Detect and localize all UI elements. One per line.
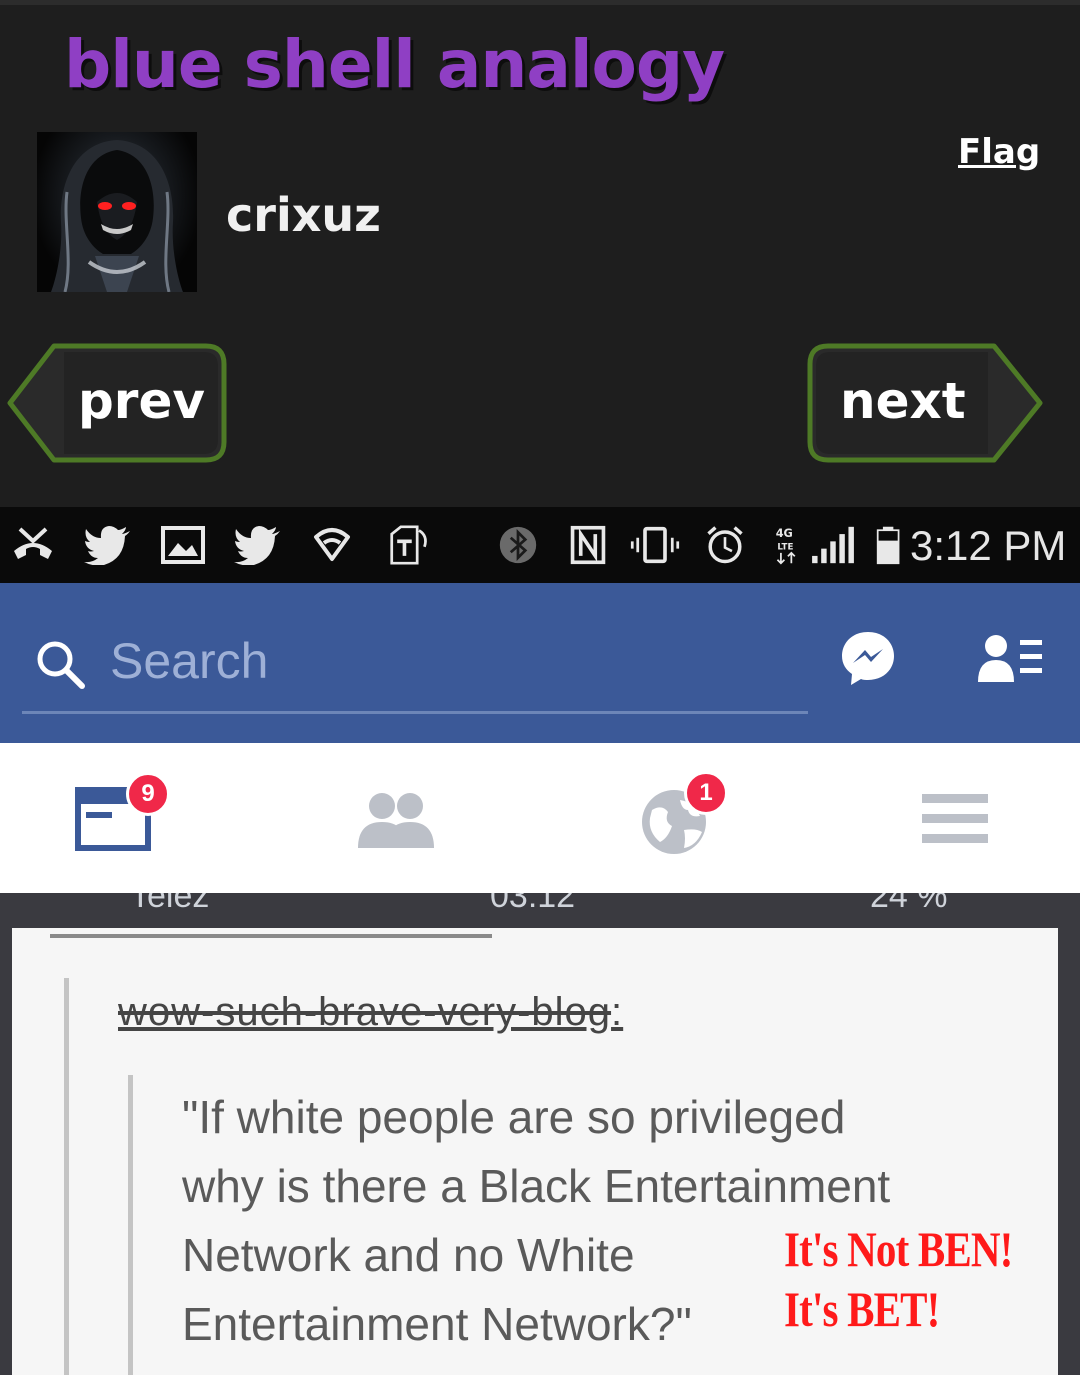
news-feed-badge: 9 bbox=[126, 772, 170, 816]
embedded-carrier: Telez bbox=[130, 893, 210, 915]
svg-text:4G: 4G bbox=[776, 527, 793, 540]
embedded-battery-text: 24 % bbox=[870, 893, 948, 915]
svg-text:LTE: LTE bbox=[777, 542, 793, 552]
prev-label: prev bbox=[78, 372, 205, 430]
quote-line-1: "If white people are so privileged bbox=[182, 1091, 846, 1143]
hooded-figure-avatar-icon bbox=[51, 140, 183, 292]
hamburger-icon[interactable] bbox=[918, 790, 992, 848]
4g-lte-icon: 4G LTE bbox=[776, 527, 796, 565]
reblog-quote-bar bbox=[64, 978, 69, 1375]
twitter-icon bbox=[84, 526, 130, 565]
prev-button[interactable]: prev bbox=[6, 342, 228, 464]
annotation-line-2: It's BET! bbox=[784, 1281, 940, 1337]
quote-line-3: Network and no White bbox=[182, 1229, 635, 1281]
twitter-icon bbox=[234, 526, 280, 565]
friend-requests-icon[interactable] bbox=[976, 628, 1046, 688]
signal-icon bbox=[812, 526, 854, 564]
flag-link[interactable]: Flag bbox=[958, 132, 1040, 172]
wifi-icon bbox=[314, 528, 350, 561]
quote-line-2: why is there a Black Entertainment bbox=[182, 1160, 891, 1212]
blog-name-suffix: : bbox=[611, 990, 624, 1034]
nested-quote-bar bbox=[128, 1075, 133, 1375]
gallery-icon bbox=[161, 526, 205, 564]
blog-name-link[interactable]: wow-such-brave-very-blog: bbox=[118, 990, 623, 1035]
missed-call-icon bbox=[14, 527, 52, 559]
next-label: next bbox=[840, 372, 966, 430]
vibrate-icon bbox=[630, 526, 680, 564]
search-underline bbox=[22, 711, 808, 714]
blog-name-text: wow-such-brave-very-blog bbox=[118, 990, 612, 1034]
search-input[interactable]: Search bbox=[110, 632, 268, 690]
battery-icon bbox=[876, 526, 900, 565]
nfc-icon bbox=[570, 525, 606, 565]
next-button[interactable]: next bbox=[806, 342, 1046, 464]
embedded-time: 03:12 bbox=[490, 893, 576, 915]
annotation-line-1: It's Not BEN! bbox=[784, 1221, 1013, 1277]
notifications-badge: 1 bbox=[684, 771, 728, 815]
card-divider bbox=[50, 934, 492, 938]
page-title: blue shell analogy bbox=[64, 26, 725, 103]
search-icon[interactable] bbox=[34, 638, 86, 690]
sim-icon bbox=[390, 525, 427, 565]
alarm-icon bbox=[707, 526, 743, 564]
quote-line-4: Entertainment Network?" bbox=[182, 1298, 692, 1350]
friends-icon[interactable] bbox=[356, 790, 436, 850]
avatar[interactable] bbox=[37, 132, 197, 292]
status-time: 3:12 PM bbox=[910, 522, 1067, 569]
bluetooth-icon bbox=[499, 526, 537, 564]
username[interactable]: crixuz bbox=[226, 188, 381, 242]
embedded-status-bar: Telez 03:12 24 % bbox=[0, 893, 1080, 923]
messenger-icon[interactable] bbox=[838, 628, 898, 688]
